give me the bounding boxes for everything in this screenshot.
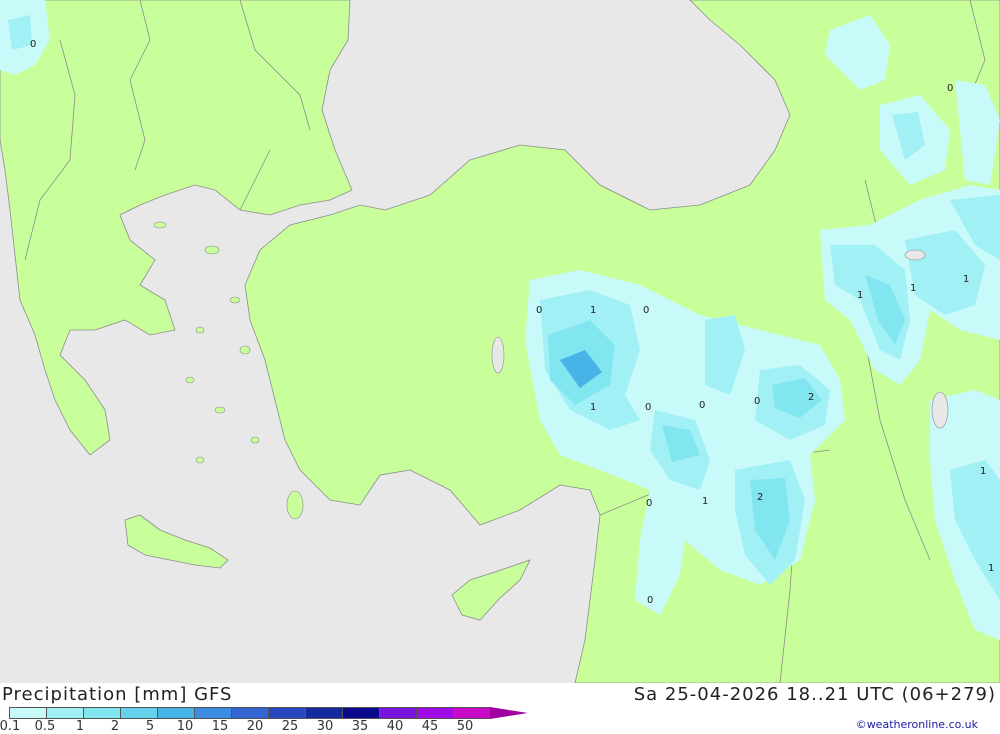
legend-label: 45 [421,719,439,734]
precipitation-map: 0 0 0 1 0 1 0 0 0 2 0 1 2 0 1 1 1 1 1 [0,0,1000,683]
precip-label: 0 [645,402,651,413]
legend-label: 2 [110,719,120,734]
legend-swatch [342,707,380,719]
precip-label: 1 [590,402,596,413]
legend-label: 5 [145,719,155,734]
legend-swatch [379,707,417,719]
legend-label: 50 [456,719,474,734]
legend-swatch [9,707,47,719]
legend-swatch [46,707,84,719]
legend-swatch [194,707,232,719]
legend-label: 20 [246,719,264,734]
precip-label: 1 [980,466,986,477]
precip-legend-labels: 0.1 0.5 1 2 5 10 15 20 25 30 35 40 45 50 [0,719,520,734]
precip-label: 1 [988,563,994,574]
precip-label: 0 [647,595,653,606]
precip-label: 1 [963,274,969,285]
precip-label: 0 [643,305,649,316]
legend-swatch [416,707,454,719]
legend-swatch [83,707,121,719]
legend-label: 30 [316,719,334,734]
precip-label: 1 [857,290,863,301]
legend-label: 0.5 [34,719,56,734]
legend-label: 40 [386,719,404,734]
legend-swatch [157,707,195,719]
precip-zone-northwest-b [8,15,32,50]
legend-label: 25 [281,719,299,734]
legend-swatch [231,707,269,719]
precip-label: 0 [754,396,760,407]
precip-label: 1 [590,305,596,316]
legend-label: 35 [351,719,369,734]
legend-label: 0.1 [0,719,21,734]
precip-label: 0 [947,83,953,94]
precip-label: 1 [702,496,708,507]
precip-label: 2 [757,492,763,503]
precip-legend [9,707,528,719]
forecast-datetime: Sa 25-04-2026 18..21 UTC (06+279) [633,684,996,705]
precip-label: 2 [808,392,814,403]
map-title: Precipitation [mm] GFS [2,684,233,705]
precip-label: 0 [699,400,705,411]
legend-label: 15 [211,719,229,734]
legend-swatch [453,707,491,719]
legend-swatch [268,707,306,719]
legend-label: 10 [176,719,194,734]
precip-label: 0 [536,305,542,316]
precip-label: 1 [910,283,916,294]
credit-link[interactable]: ©weatheronline.co.uk [856,718,978,731]
precip-label: 0 [30,39,36,50]
legend-swatch [305,707,343,719]
legend-arrow [490,707,528,719]
precip-label: 0 [646,498,652,509]
legend-swatch [120,707,158,719]
legend-label: 1 [75,719,85,734]
